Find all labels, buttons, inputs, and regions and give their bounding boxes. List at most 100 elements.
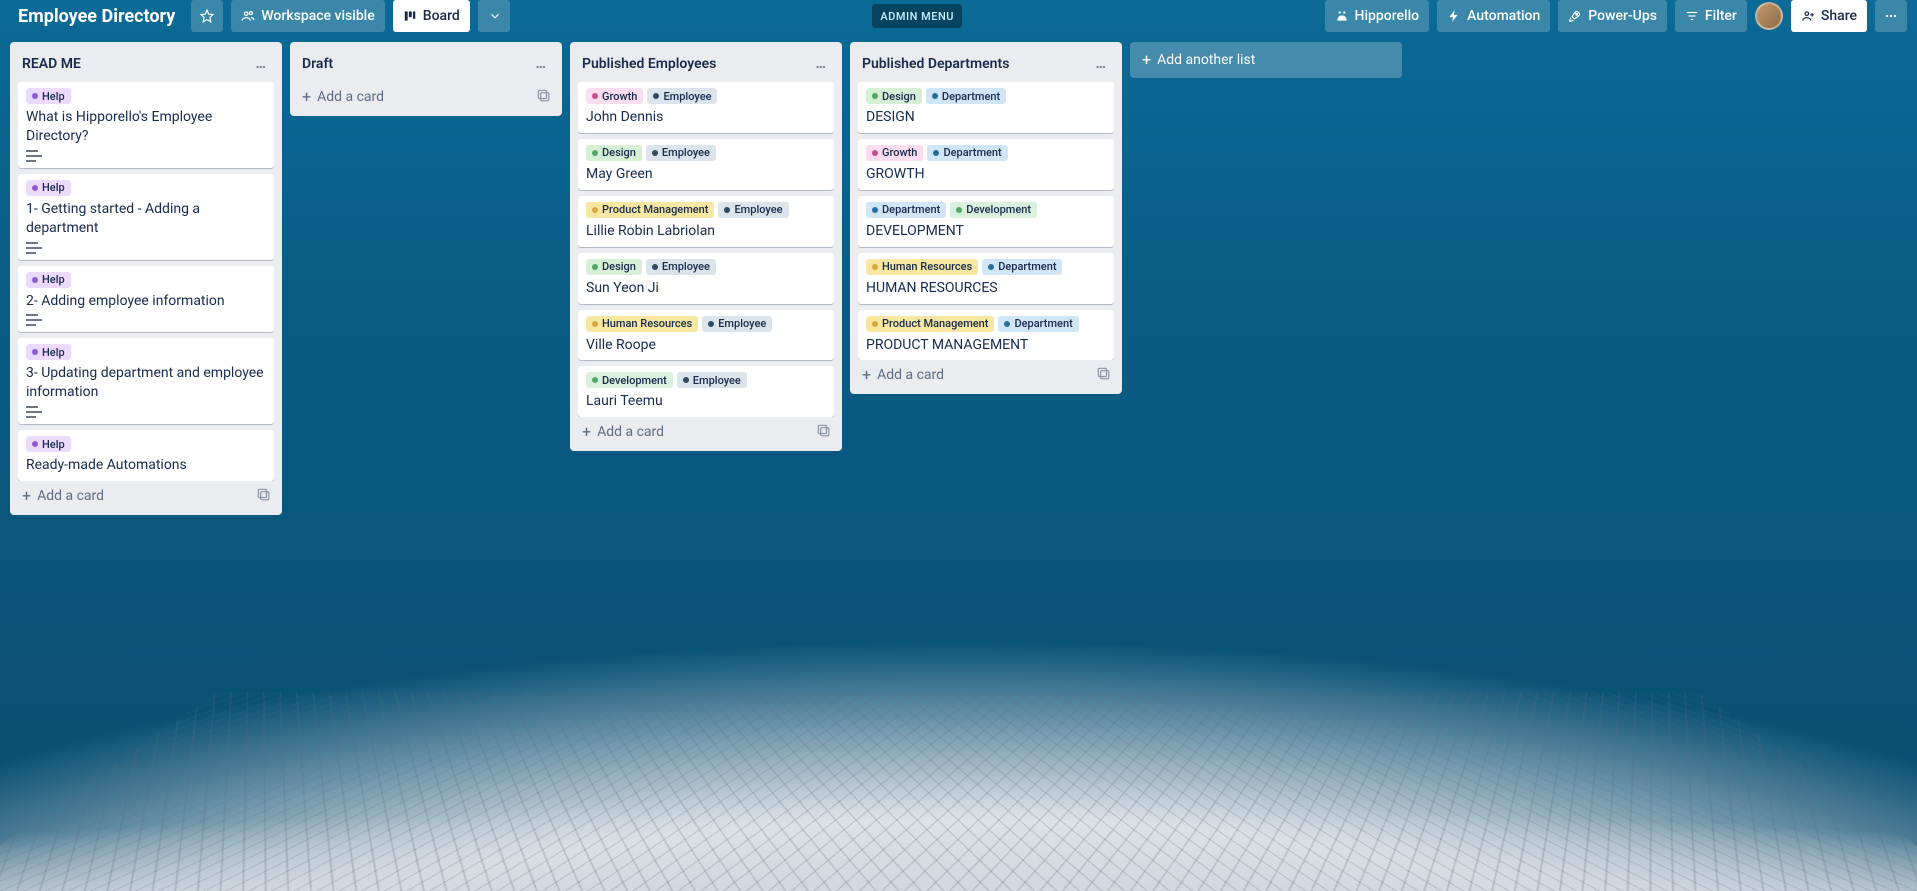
card-label[interactable]: Growth <box>586 88 643 104</box>
star-button[interactable] <box>191 0 223 32</box>
card-badges <box>26 150 266 162</box>
card-label[interactable]: Department <box>926 88 1006 104</box>
share-button[interactable]: Share <box>1791 0 1867 32</box>
card[interactable]: DevelopmentEmployee Lauri Teemu <box>578 366 834 417</box>
card-label[interactable]: Human Resources <box>586 316 698 332</box>
add-card-button[interactable]: +Add a card <box>858 360 1114 386</box>
label-color-dot <box>956 207 962 213</box>
user-avatar[interactable] <box>1755 2 1783 30</box>
card[interactable]: Human ResourcesEmployeeVille Roope <box>578 310 834 361</box>
add-list-label: Add another list <box>1157 52 1255 68</box>
board-view-button[interactable]: Board <box>393 0 470 32</box>
hipporello-button[interactable]: Hipporello <box>1325 0 1430 32</box>
label-text: Department <box>1014 317 1072 330</box>
powerups-button[interactable]: Power-Ups <box>1558 0 1667 32</box>
filter-label: Filter <box>1705 8 1737 24</box>
card-label[interactable]: Employee <box>646 259 716 275</box>
card-label[interactable]: Employee <box>647 88 717 104</box>
card[interactable]: DesignEmployeeSun Yeon Ji <box>578 253 834 304</box>
ellipsis-icon <box>1884 9 1898 23</box>
card-label[interactable]: Design <box>586 259 642 275</box>
card[interactable]: Help 1- Getting started - Adding a depart… <box>18 174 274 260</box>
card-title: 2- Adding employee information <box>26 292 266 311</box>
card-label[interactable]: Employee <box>718 202 788 218</box>
card-label[interactable]: Help <box>26 272 71 288</box>
card-label[interactable]: Employee <box>702 316 772 332</box>
filter-button[interactable]: Filter <box>1675 0 1747 32</box>
card-label[interactable]: Help <box>26 436 71 452</box>
card[interactable]: DesignDepartmentDESIGN <box>858 82 1114 133</box>
automation-button[interactable]: Automation <box>1437 0 1550 32</box>
list-menu-button[interactable]: … <box>1092 52 1110 76</box>
card[interactable]: HelpWhat is Hipporello's Employee Direct… <box>18 82 274 168</box>
card-labels: Help <box>26 344 266 360</box>
label-text: Department <box>943 146 1001 159</box>
label-color-dot <box>933 150 939 156</box>
card-label[interactable]: Growth <box>866 145 923 161</box>
list-title[interactable]: Published Employees <box>582 56 812 72</box>
card-template-icon[interactable] <box>1096 366 1110 384</box>
card-title: PRODUCT MANAGEMENT <box>866 336 1106 355</box>
card-title: 1- Getting started - Adding a department <box>26 200 266 238</box>
card-label[interactable]: Product Management <box>866 316 994 332</box>
card-label[interactable]: Development <box>950 202 1037 218</box>
card-labels: DesignEmployee <box>586 145 826 161</box>
card-labels: Help <box>26 88 266 104</box>
card-label[interactable]: Employee <box>646 145 716 161</box>
list-title[interactable]: Published Departments <box>862 56 1092 72</box>
add-card-button[interactable]: +Add a card <box>298 82 554 108</box>
add-card-button[interactable]: +Add a card <box>18 481 274 507</box>
card[interactable]: Growth Department GROWTH <box>858 139 1114 190</box>
card-label[interactable]: Design <box>866 88 922 104</box>
card-label[interactable]: Department <box>982 259 1062 275</box>
card-label[interactable]: Help <box>26 344 71 360</box>
card-template-icon[interactable] <box>536 88 550 106</box>
card-title: Lauri Teemu <box>586 392 826 411</box>
list-header: Draft… <box>298 50 554 82</box>
card-label[interactable]: Product Management <box>586 202 714 218</box>
board-canvas[interactable]: READ ME…HelpWhat is Hipporello's Employe… <box>0 32 1917 891</box>
card[interactable]: DepartmentDevelopmentDEVELOPMENT <box>858 196 1114 247</box>
card-label[interactable]: Department <box>866 202 946 218</box>
add-card-button[interactable]: +Add a card <box>578 417 834 443</box>
card-label[interactable]: Development <box>586 372 673 388</box>
board-title[interactable]: Employee Directory <box>10 6 183 27</box>
card[interactable]: GrowthEmployeeJohn Dennis <box>578 82 834 133</box>
card[interactable]: Product Management Department PRODUCT MANA… <box>858 310 1114 361</box>
card[interactable]: Help 2- Adding employee information <box>18 266 274 333</box>
description-icon <box>26 242 42 254</box>
workspace-visibility-button[interactable]: Workspace visible <box>231 0 384 32</box>
card[interactable]: DesignEmployeeMay Green <box>578 139 834 190</box>
list-menu-button[interactable]: … <box>252 52 270 76</box>
card-label[interactable]: Employee <box>677 372 747 388</box>
card-label[interactable]: Help <box>26 88 71 104</box>
card-labels: Growth Employee <box>586 88 826 104</box>
list-menu-button[interactable]: … <box>812 52 830 76</box>
card-template-icon[interactable] <box>816 423 830 441</box>
card-template-icon[interactable] <box>256 487 270 505</box>
list-menu-button[interactable]: … <box>532 52 550 76</box>
board-menu-button[interactable] <box>1875 0 1907 32</box>
admin-menu-button[interactable]: ADMIN MENU <box>872 4 962 28</box>
card-title: GROWTH <box>866 165 1106 184</box>
description-icon <box>26 314 42 326</box>
card[interactable]: HelpReady-made Automations <box>18 430 274 481</box>
card[interactable]: Help3- Updating department and employee … <box>18 338 274 424</box>
add-list-button[interactable]: +Add another list <box>1130 42 1402 78</box>
label-text: Growth <box>602 90 637 103</box>
chevron-down-icon <box>488 9 502 23</box>
label-color-dot <box>724 207 730 213</box>
description-icon <box>26 150 42 162</box>
add-card-label: Add a card <box>317 89 384 105</box>
card-label[interactable]: Department <box>998 316 1078 332</box>
card[interactable]: Product ManagementEmployeeLillie Robin L… <box>578 196 834 247</box>
card-label[interactable]: Design <box>586 145 642 161</box>
top-bar: Employee Directory Workspace visible Boa… <box>0 0 1917 32</box>
view-switch-button[interactable] <box>478 0 510 32</box>
card-label[interactable]: Department <box>927 145 1007 161</box>
list-title[interactable]: Draft <box>302 56 532 72</box>
card-label[interactable]: Human Resources <box>866 259 978 275</box>
card[interactable]: Human ResourcesDepartmentHUMAN RESOURCES <box>858 253 1114 304</box>
card-label[interactable]: Help <box>26 180 71 196</box>
list-title[interactable]: READ ME <box>22 56 252 72</box>
